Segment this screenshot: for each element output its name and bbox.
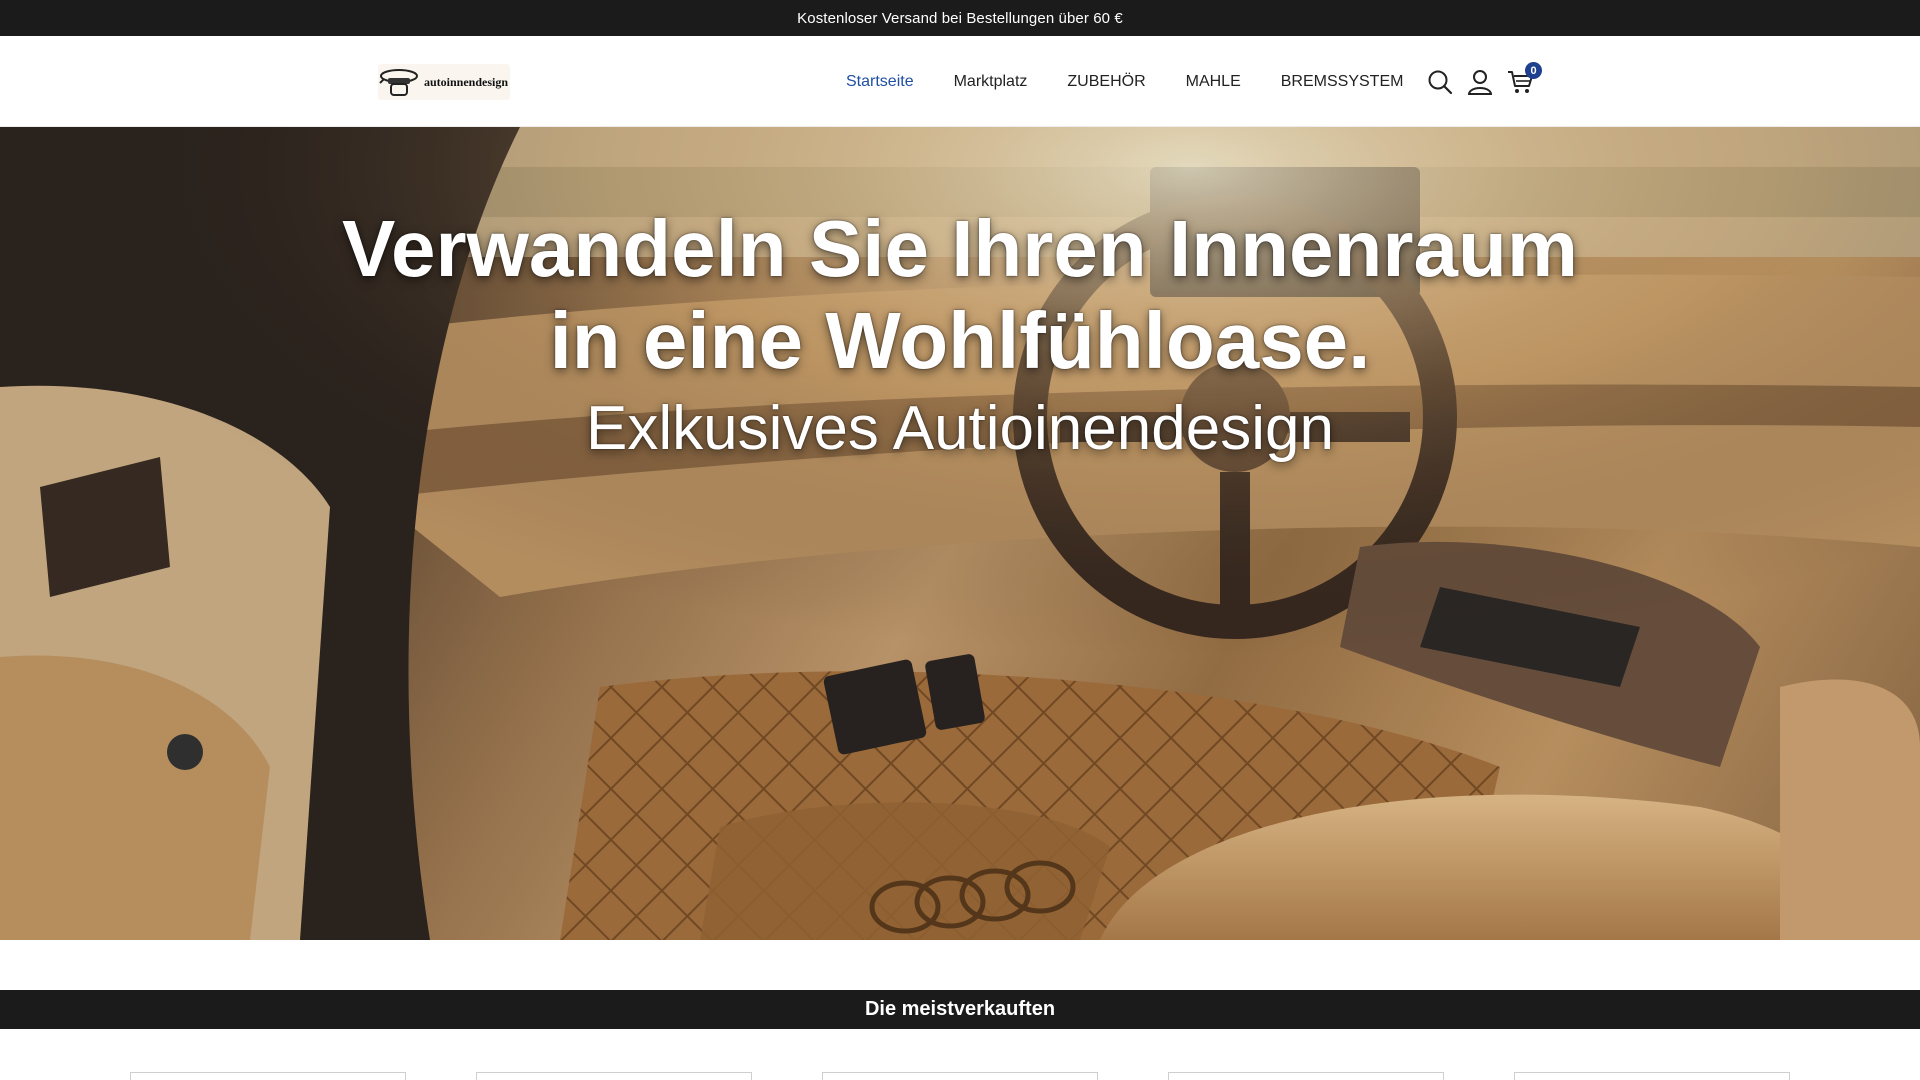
hero-title-line-1: Verwandeln Sie Ihren Innenraum (342, 204, 1578, 293)
product-card[interactable] (822, 1072, 1098, 1080)
logo-text: autoinnendesign (424, 74, 509, 89)
product-grid (0, 1072, 1920, 1080)
product-card[interactable] (476, 1072, 752, 1080)
announcement-bar: Kostenloser Versand bei Bestellungen übe… (0, 0, 1920, 36)
hero-title: Verwandeln Sie Ihren Innenraum in eine W… (0, 203, 1920, 387)
bestsellers-heading: Die meistverkauften (864, 998, 1056, 1020)
header-icons: 0 (1426, 62, 1542, 98)
nav-item-zubehoer[interactable]: ZUBEHÖR (1067, 73, 1145, 91)
hero-subtitle: Exlkusives Autioinendesign (586, 394, 1334, 463)
account-icon[interactable] (1466, 68, 1494, 96)
product-card[interactable] (130, 1072, 406, 1080)
logo[interactable]: autoinnendesign (378, 64, 510, 100)
cart-icon[interactable]: 0 (1506, 62, 1542, 96)
product-card[interactable] (1168, 1072, 1444, 1080)
cart-count-badge: 0 (1525, 62, 1542, 79)
hero-title-line-2: in eine Wohlfühloase. (549, 296, 1371, 385)
nav-item-startseite[interactable]: Startseite (846, 73, 914, 91)
announcement-text: Kostenloser Versand bei Bestellungen übe… (797, 9, 1123, 27)
main-nav: Startseite Marktplatz ZUBEHÖR MAHLE BREM… (846, 36, 1403, 127)
hero-banner[interactable]: Verwandeln Sie Ihren Innenraum in eine W… (0, 127, 1920, 940)
nav-item-mahle[interactable]: MAHLE (1186, 73, 1241, 91)
car-seat-logo-icon (379, 69, 418, 96)
site-header: autoinnendesign Startseite Marktplatz ZU… (0, 36, 1920, 127)
bestsellers-heading-bar: Die meistverkauften (0, 990, 1920, 1029)
search-icon[interactable] (1426, 68, 1454, 96)
nav-item-marktplatz[interactable]: Marktplatz (954, 73, 1028, 91)
nav-item-bremssystem[interactable]: BREMSSYSTEM (1281, 73, 1404, 91)
product-card[interactable] (1514, 1072, 1790, 1080)
